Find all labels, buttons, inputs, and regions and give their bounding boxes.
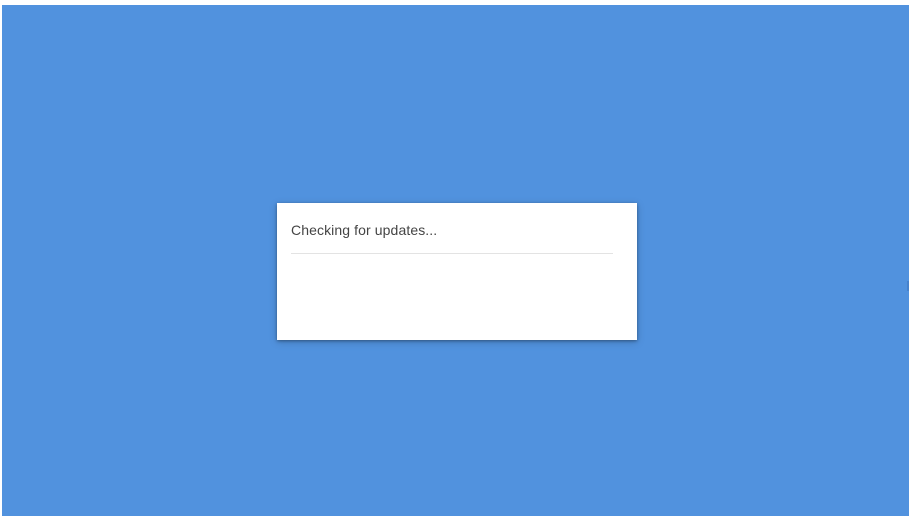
update-progress-bar [291, 253, 613, 254]
update-screen-background: Checking for updates... [2, 5, 909, 516]
update-status-message: Checking for updates... [291, 222, 438, 238]
update-dialog: Checking for updates... [277, 203, 637, 340]
